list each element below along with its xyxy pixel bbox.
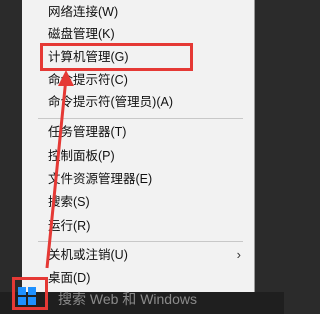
annotation-highlight-box — [40, 43, 193, 71]
menu-item-label: 搜索(S) — [48, 195, 90, 209]
chevron-right-icon: › — [236, 247, 241, 262]
annotation-start-highlight-box — [12, 277, 48, 310]
menu-item-command-prompt[interactable]: 命令提示符(C) — [22, 70, 255, 90]
menu-item-label: 文件资源管理器(E) — [48, 172, 153, 186]
menu-divider — [38, 118, 243, 119]
menu-item-shutdown-signout[interactable]: 关机或注销(U) › — [22, 245, 255, 265]
menu-item-label: 桌面(D) — [48, 271, 91, 285]
menu-item-control-panel[interactable]: 控制面板(P) — [22, 146, 255, 166]
menu-item-label: 命令提示符(管理员)(A) — [48, 95, 173, 109]
menu-item-search[interactable]: 搜索(S) — [22, 192, 255, 212]
menu-item-label: 控制面板(P) — [48, 149, 115, 163]
menu-item-label: 磁盘管理(K) — [48, 27, 115, 41]
menu-item-command-prompt-admin[interactable]: 命令提示符(管理员)(A) — [22, 92, 255, 112]
menu-item-desktop[interactable]: 桌面(D) — [22, 268, 255, 288]
menu-item-network-connections[interactable]: 网络连接(W) — [22, 2, 255, 22]
menu-item-label: 任务管理器(T) — [48, 125, 127, 139]
menu-item-disk-management[interactable]: 磁盘管理(K) — [22, 24, 255, 44]
menu-item-label: 运行(R) — [48, 219, 91, 233]
menu-item-run[interactable]: 运行(R) — [22, 216, 255, 236]
menu-item-file-explorer[interactable]: 文件资源管理器(E) — [22, 169, 255, 189]
menu-item-task-manager[interactable]: 任务管理器(T) — [22, 122, 255, 142]
menu-divider — [38, 241, 243, 242]
menu-item-label: 网络连接(W) — [48, 5, 119, 19]
menu-item-label: 关机或注销(U) — [48, 248, 128, 262]
menu-item-label: 命令提示符(C) — [48, 73, 128, 87]
taskbar-search-box[interactable]: 搜索 Web 和 Windows — [58, 289, 197, 309]
